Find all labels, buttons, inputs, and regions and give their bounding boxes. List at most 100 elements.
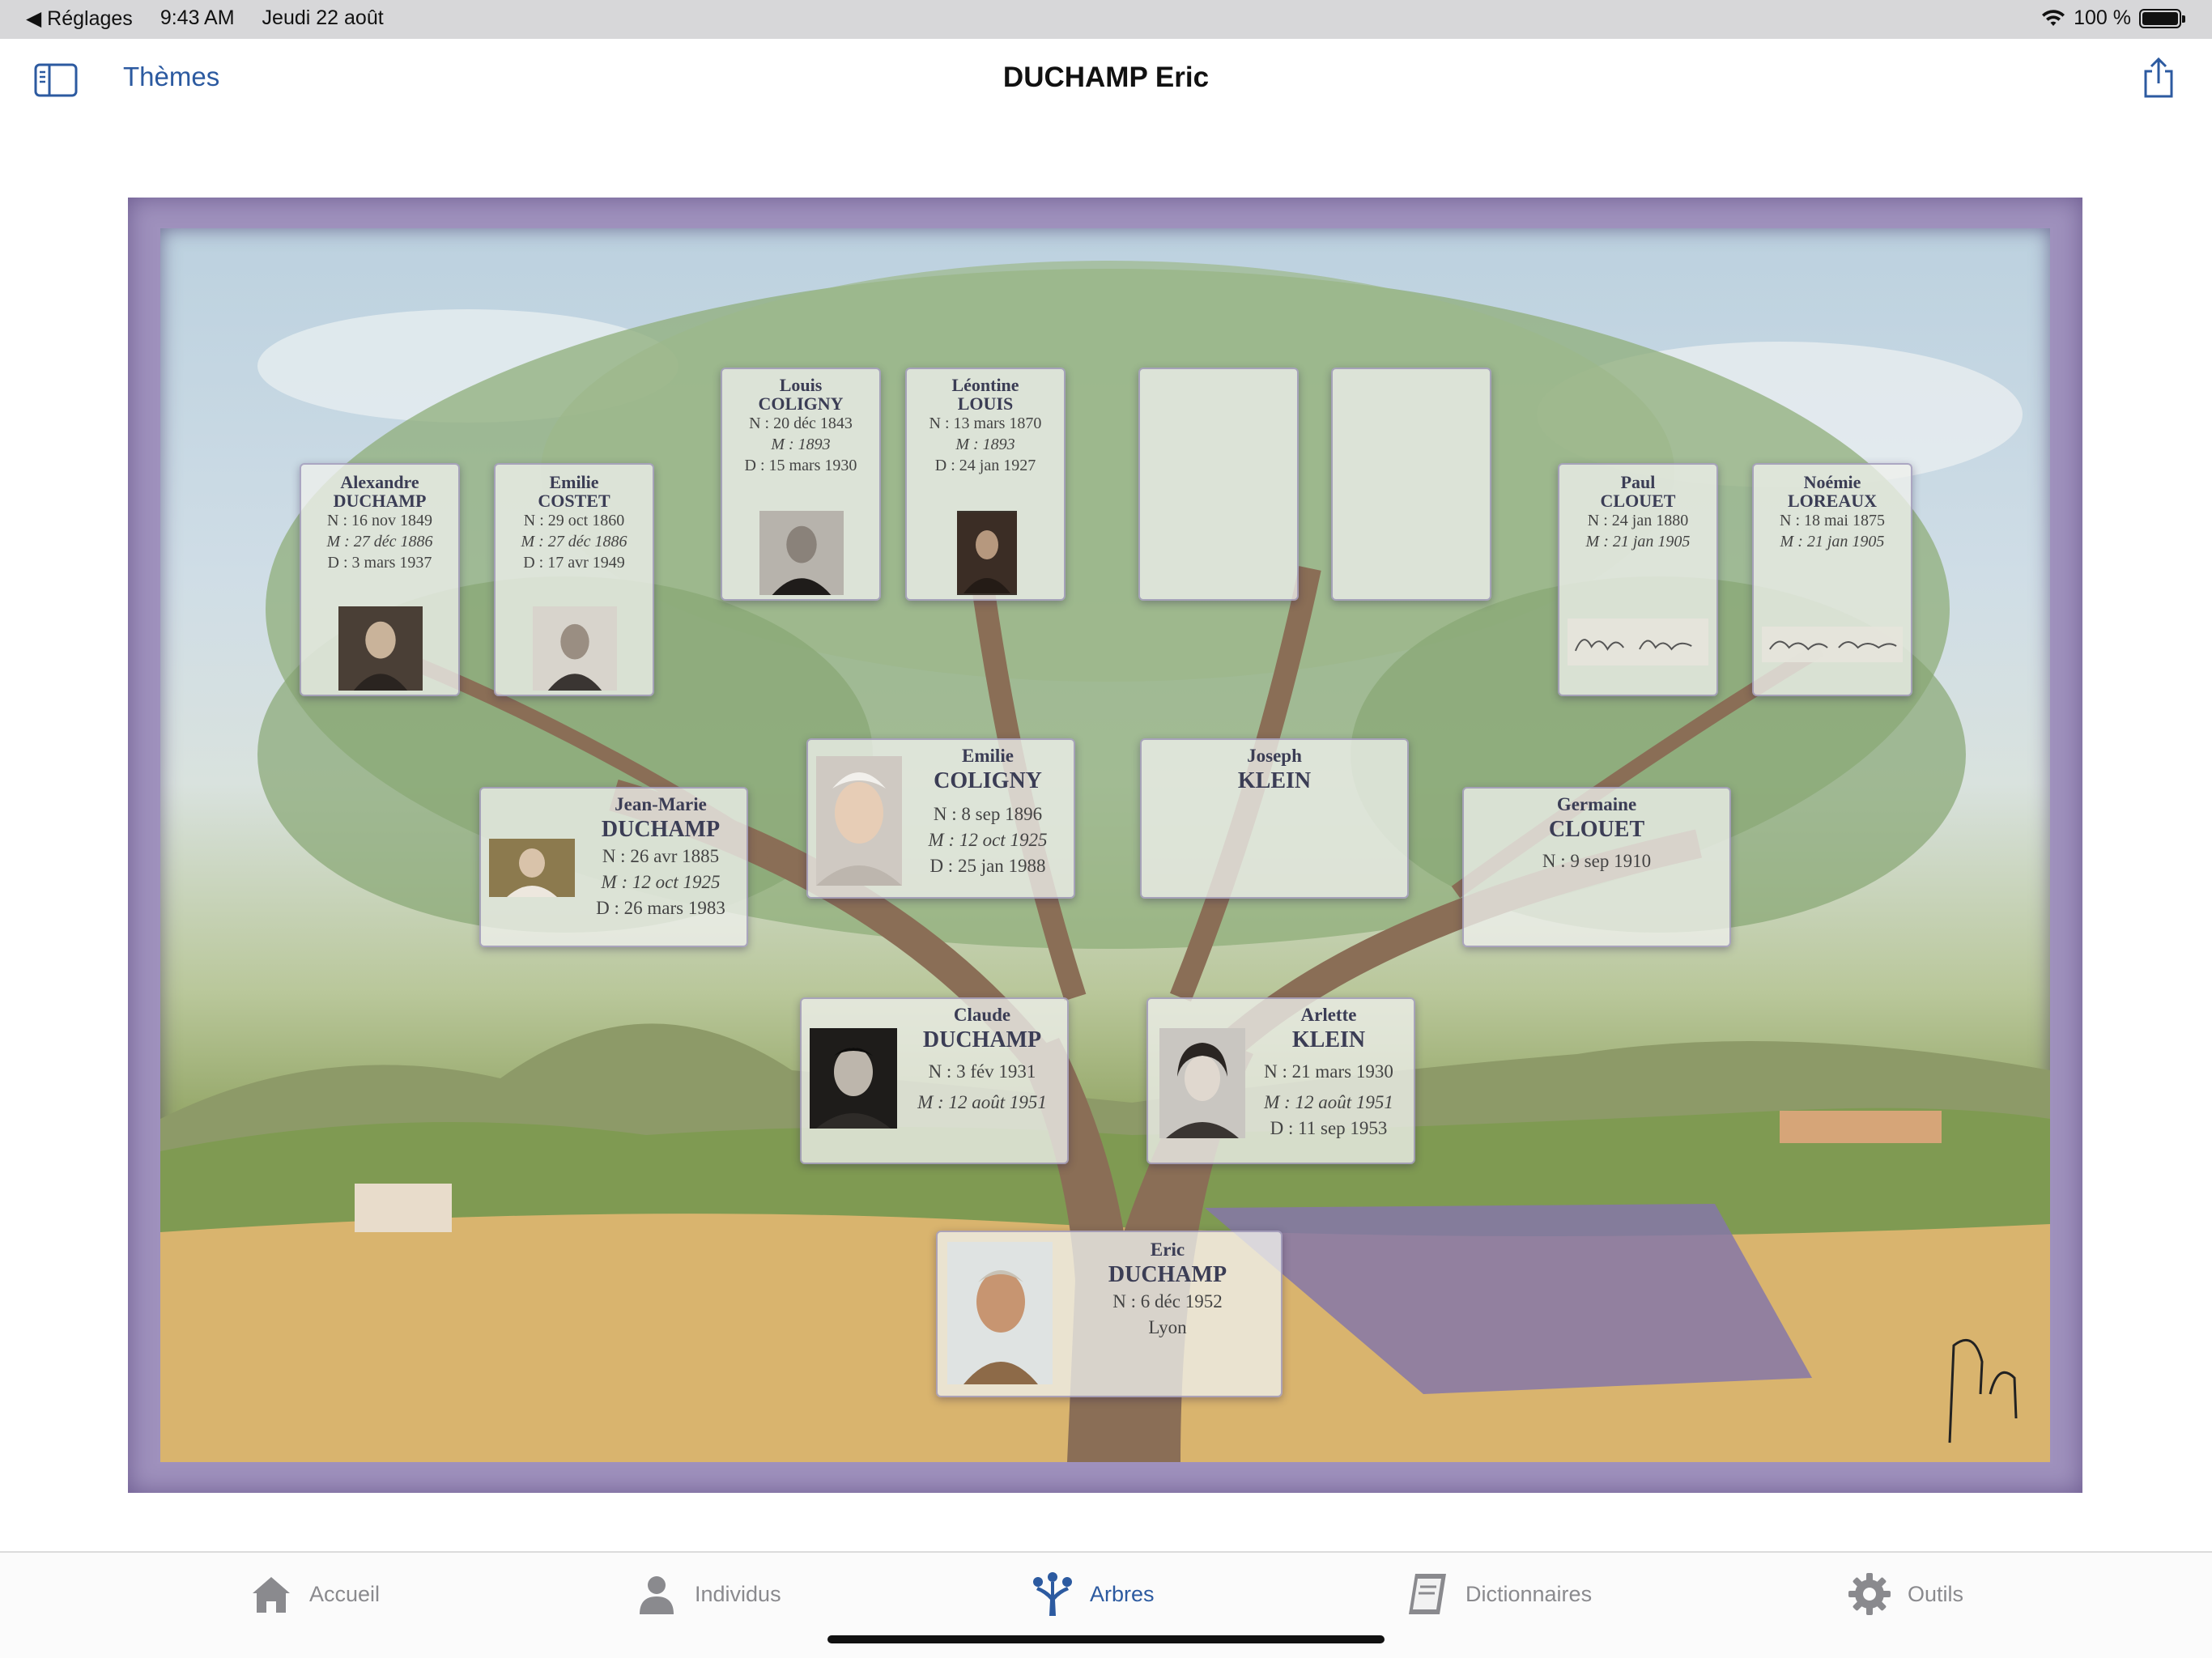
battery-icon bbox=[2139, 8, 2185, 28]
person-photo bbox=[533, 606, 617, 691]
status-time: 9:43 AM bbox=[160, 6, 235, 29]
status-date: Jeudi 22 août bbox=[262, 6, 384, 29]
last-name: DUCHAMP bbox=[601, 817, 721, 842]
person-photo bbox=[816, 756, 902, 886]
home-indicator bbox=[827, 1635, 1385, 1643]
tab-label: Arbres bbox=[1090, 1581, 1155, 1606]
person-photo bbox=[957, 511, 1017, 595]
last-name: LOUIS bbox=[957, 393, 1014, 414]
marriage-date: M : 12 août 1951 bbox=[1264, 1092, 1393, 1112]
book-icon bbox=[1409, 1574, 1446, 1614]
person-card[interactable]: Claude DUCHAMP N : 3 fév 1931 M : 12 aoû… bbox=[800, 997, 1069, 1164]
tab-accueil[interactable]: Accueil bbox=[248, 1571, 380, 1618]
tree-painting: Alexandre DUCHAMP N : 16 nov 1849 M : 27… bbox=[160, 228, 2050, 1462]
back-to-settings-link[interactable]: ◀ Réglages bbox=[26, 6, 133, 31]
birth-date: N : 24 jan 1880 bbox=[1587, 512, 1689, 529]
empty-person-slot[interactable] bbox=[1138, 368, 1299, 601]
first-name: Emilie bbox=[549, 472, 599, 492]
person-card[interactable]: Arlette KLEIN N : 21 mars 1930 M : 12 ao… bbox=[1146, 997, 1415, 1164]
birth-date: N : 18 mai 1875 bbox=[1780, 512, 1885, 529]
birth-place: Lyon bbox=[1148, 1317, 1187, 1337]
last-name: DUCHAMP bbox=[1108, 1262, 1227, 1287]
person-card[interactable]: Paul CLOUET N : 24 jan 1880 M : 21 jan 1… bbox=[1558, 463, 1718, 696]
tab-dictionnaires[interactable]: Dictionnaires bbox=[1404, 1571, 1592, 1618]
marriage-date: M : 12 oct 1925 bbox=[928, 830, 1048, 850]
tab-outils[interactable]: Outils bbox=[1846, 1571, 1963, 1618]
root-person-card[interactable]: Eric DUCHAMP N : 6 déc 1952 Lyon bbox=[936, 1231, 1283, 1397]
person-card[interactable]: Alexandre DUCHAMP N : 16 nov 1849 M : 27… bbox=[300, 463, 460, 696]
marriage-date: M : 27 déc 1886 bbox=[521, 533, 627, 551]
birth-date: N : 26 avr 1885 bbox=[602, 846, 720, 866]
last-name: DUCHAMP bbox=[333, 491, 427, 511]
birth-date: N : 8 sep 1896 bbox=[933, 804, 1043, 824]
birth-date: N : 13 mars 1870 bbox=[929, 414, 1042, 432]
birth-date: N : 9 sep 1910 bbox=[1542, 851, 1652, 871]
share-icon[interactable] bbox=[2141, 57, 2176, 99]
last-name: KLEIN bbox=[1291, 1027, 1366, 1052]
marriage-date: M : 21 jan 1905 bbox=[1780, 533, 1885, 551]
person-card[interactable]: Joseph KLEIN bbox=[1140, 738, 1409, 899]
tab-individus[interactable]: Individus bbox=[633, 1571, 781, 1618]
tree-frame: Alexandre DUCHAMP N : 16 nov 1849 M : 27… bbox=[128, 198, 2082, 1493]
tab-arbres[interactable]: Arbres bbox=[1028, 1571, 1155, 1618]
tab-label: Individus bbox=[695, 1581, 781, 1606]
last-name: CLOUET bbox=[1600, 491, 1676, 511]
first-name: Arlette bbox=[1300, 1005, 1357, 1025]
marriage-date: M : 27 déc 1886 bbox=[326, 533, 433, 551]
person-photo bbox=[810, 1028, 897, 1129]
person-card[interactable]: Louis COLIGNY N : 20 déc 1843 M : 1893 D… bbox=[721, 368, 881, 601]
page-title: DUCHAMP Eric bbox=[1002, 62, 1210, 93]
status-bar: ◀ Réglages 9:43 AM Jeudi 22 août 100 % bbox=[0, 0, 2212, 39]
death-date: D : 15 mars 1930 bbox=[744, 457, 857, 474]
birth-date: N : 16 nov 1849 bbox=[327, 512, 432, 529]
first-name: Paul bbox=[1620, 472, 1656, 492]
death-date: D : 25 jan 1988 bbox=[929, 856, 1046, 876]
person-photo bbox=[1159, 1028, 1245, 1138]
last-name: COLIGNY bbox=[934, 768, 1042, 793]
gear-icon bbox=[1848, 1573, 1891, 1615]
first-name: Noémie bbox=[1803, 472, 1861, 492]
death-date: D : 11 sep 1953 bbox=[1270, 1118, 1388, 1138]
person-photo bbox=[489, 839, 575, 897]
person-card[interactable]: Noémie LOREAUX N : 18 mai 1875 M : 21 ja… bbox=[1752, 463, 1912, 696]
birth-date: N : 20 déc 1843 bbox=[749, 414, 853, 432]
person-card[interactable]: Emilie COLIGNY N : 8 sep 1896 M : 12 oct… bbox=[806, 738, 1075, 899]
tab-label: Accueil bbox=[309, 1581, 381, 1606]
birth-date: N : 29 oct 1860 bbox=[523, 512, 625, 529]
person-photo bbox=[338, 606, 423, 691]
wifi-icon bbox=[2042, 9, 2065, 26]
first-name: Jean-Marie bbox=[615, 794, 707, 814]
empty-person-slot[interactable] bbox=[1331, 368, 1491, 601]
first-name: Eric bbox=[1150, 1239, 1185, 1260]
person-card[interactable]: Germaine CLOUET N : 9 sep 1910 bbox=[1462, 787, 1731, 947]
first-name: Léontine bbox=[951, 375, 1019, 395]
marriage-date: M : 12 août 1951 bbox=[917, 1092, 1047, 1112]
person-photo bbox=[759, 511, 844, 595]
first-name: Alexandre bbox=[340, 472, 419, 492]
tab-label: Dictionnaires bbox=[1465, 1581, 1593, 1606]
marriage-date: M : 12 oct 1925 bbox=[601, 872, 721, 892]
death-date: D : 17 avr 1949 bbox=[523, 554, 625, 572]
person-card[interactable]: Emilie COSTET N : 29 oct 1860 M : 27 déc… bbox=[494, 463, 654, 696]
last-name: LOREAUX bbox=[1787, 491, 1877, 511]
signature-image bbox=[1762, 627, 1903, 662]
death-date: D : 26 mars 1983 bbox=[596, 898, 725, 918]
person-photo bbox=[947, 1242, 1053, 1384]
house-icon bbox=[253, 1577, 290, 1613]
person-icon bbox=[640, 1576, 674, 1614]
last-name: KLEIN bbox=[1237, 768, 1312, 793]
tree-icon bbox=[1033, 1572, 1072, 1616]
last-name: CLOUET bbox=[1548, 817, 1645, 842]
first-name: Claude bbox=[953, 1005, 1011, 1025]
death-date: D : 3 mars 1937 bbox=[327, 554, 432, 572]
first-name: Joseph bbox=[1247, 746, 1302, 766]
person-card[interactable]: Léontine LOUIS N : 13 mars 1870 M : 1893… bbox=[905, 368, 1066, 601]
last-name: COSTET bbox=[538, 491, 610, 511]
first-name: Germaine bbox=[1556, 794, 1637, 814]
birth-date: N : 3 fév 1931 bbox=[928, 1061, 1036, 1082]
last-name: DUCHAMP bbox=[922, 1027, 1042, 1052]
marriage-date: M : 1893 bbox=[955, 436, 1015, 453]
birth-date: N : 21 mars 1930 bbox=[1264, 1061, 1393, 1082]
person-card[interactable]: Jean-Marie DUCHAMP N : 26 avr 1885 M : 1… bbox=[479, 787, 748, 947]
marriage-date: M : 1893 bbox=[771, 436, 831, 453]
